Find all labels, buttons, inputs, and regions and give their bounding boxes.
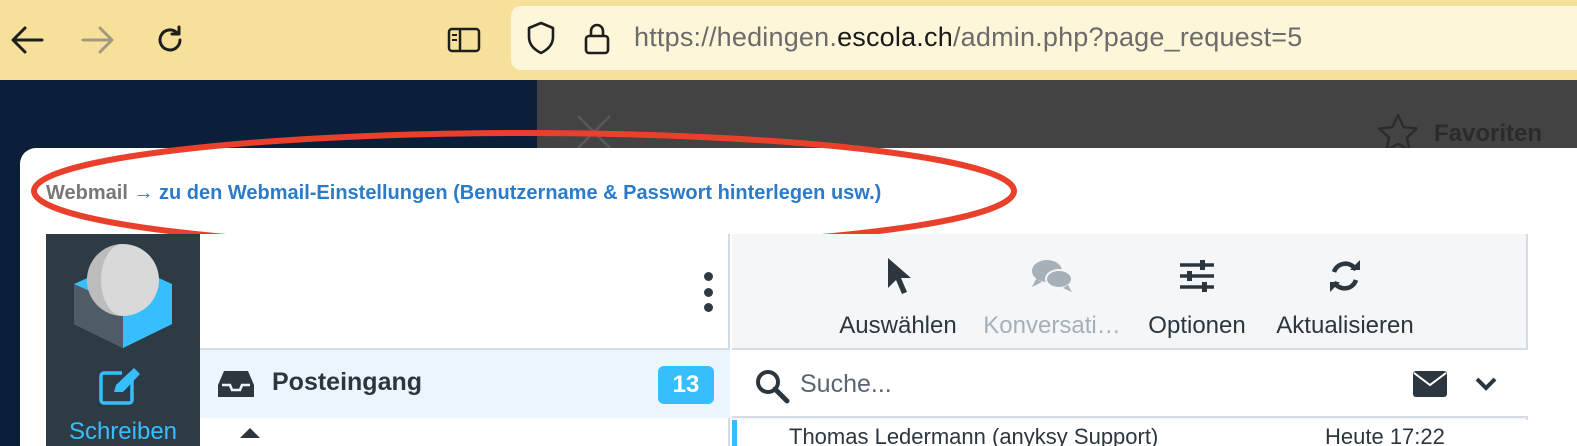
lock-icon[interactable] bbox=[579, 20, 615, 56]
webmail-app: Schreiben Posteingang 13 Auswählen Konve… bbox=[46, 234, 1577, 446]
compose-icon[interactable] bbox=[98, 366, 144, 406]
back-button[interactable] bbox=[3, 16, 51, 64]
webmail-label: Webmail bbox=[46, 182, 128, 204]
refresh-label: Aktualisieren bbox=[1276, 312, 1414, 339]
cursor-icon bbox=[888, 258, 911, 294]
url-text[interactable]: https://hedingen.escola.ch/admin.php?pag… bbox=[634, 22, 1302, 53]
reader-view-icon bbox=[447, 27, 481, 53]
reload-icon bbox=[158, 25, 182, 52]
browser-toolbar: https://hedingen.escola.ch/admin.php?pag… bbox=[0, 0, 1577, 80]
webmail-sidebar: Schreiben bbox=[46, 234, 200, 446]
select-button[interactable]: Auswählen bbox=[836, 252, 960, 352]
shield-icon[interactable] bbox=[523, 20, 559, 56]
compose-button-label[interactable]: Schreiben bbox=[46, 418, 200, 446]
inbox-label: Posteingang bbox=[272, 368, 423, 396]
preview-pane bbox=[1530, 234, 1577, 446]
refresh-icon bbox=[1330, 260, 1360, 292]
folder-item-inbox[interactable]: Posteingang 13 bbox=[200, 348, 730, 418]
search-bar bbox=[732, 348, 1528, 418]
unread-count-badge: 13 bbox=[658, 366, 714, 404]
threads-label: Konversati… bbox=[983, 312, 1121, 339]
back-arrow-icon bbox=[11, 26, 44, 54]
sliders-icon bbox=[1180, 260, 1214, 292]
forward-arrow-icon bbox=[81, 26, 114, 54]
options-label: Optionen bbox=[1148, 312, 1246, 339]
favorites-label: Favoriten bbox=[1434, 120, 1543, 147]
url-host: escola.ch bbox=[837, 22, 953, 52]
message-sender: Thomas Ledermann (anyksy Support) bbox=[789, 424, 1159, 446]
message-date: Heute 17:22 bbox=[1325, 424, 1445, 446]
threads-button[interactable]: Konversati… bbox=[982, 252, 1122, 352]
url-prefix: https://hedingen. bbox=[634, 22, 838, 52]
select-label: Auswählen bbox=[839, 312, 957, 339]
envelope-icon[interactable] bbox=[1412, 370, 1448, 398]
folder-icon bbox=[240, 428, 260, 438]
message-list-pane: Auswählen Konversati… Optionen Aktualisi… bbox=[732, 234, 1528, 446]
webmail-settings-text: → zu den Webmail-Einstellungen (Benutzer… bbox=[133, 182, 882, 204]
chevron-down-icon[interactable] bbox=[1474, 372, 1498, 396]
url-suffix: /admin.php?page_request=5 bbox=[952, 22, 1303, 52]
message-row[interactable]: Thomas Ledermann (anyksy Support) Heute … bbox=[732, 420, 1528, 446]
folder-pane: Posteingang 13 bbox=[200, 234, 730, 446]
comments-icon bbox=[1032, 260, 1073, 292]
close-icon[interactable] bbox=[572, 112, 616, 149]
search-icon[interactable] bbox=[754, 368, 790, 404]
webmail-settings-link[interactable]: Webmail → zu den Webmail-Einstellungen (… bbox=[46, 182, 881, 205]
search-input[interactable] bbox=[800, 362, 1400, 406]
inbox-icon bbox=[218, 371, 254, 397]
reader-view-button[interactable] bbox=[440, 16, 488, 64]
address-bar[interactable]: https://hedingen.escola.ch/admin.php?pag… bbox=[511, 6, 1577, 70]
options-button[interactable]: Optionen bbox=[1144, 252, 1250, 352]
roundcube-logo[interactable] bbox=[70, 240, 176, 352]
refresh-button[interactable]: Aktualisieren bbox=[1270, 252, 1420, 352]
forward-button[interactable] bbox=[74, 16, 122, 64]
reload-button[interactable] bbox=[146, 16, 194, 64]
folder-menu-icon[interactable] bbox=[696, 272, 720, 312]
